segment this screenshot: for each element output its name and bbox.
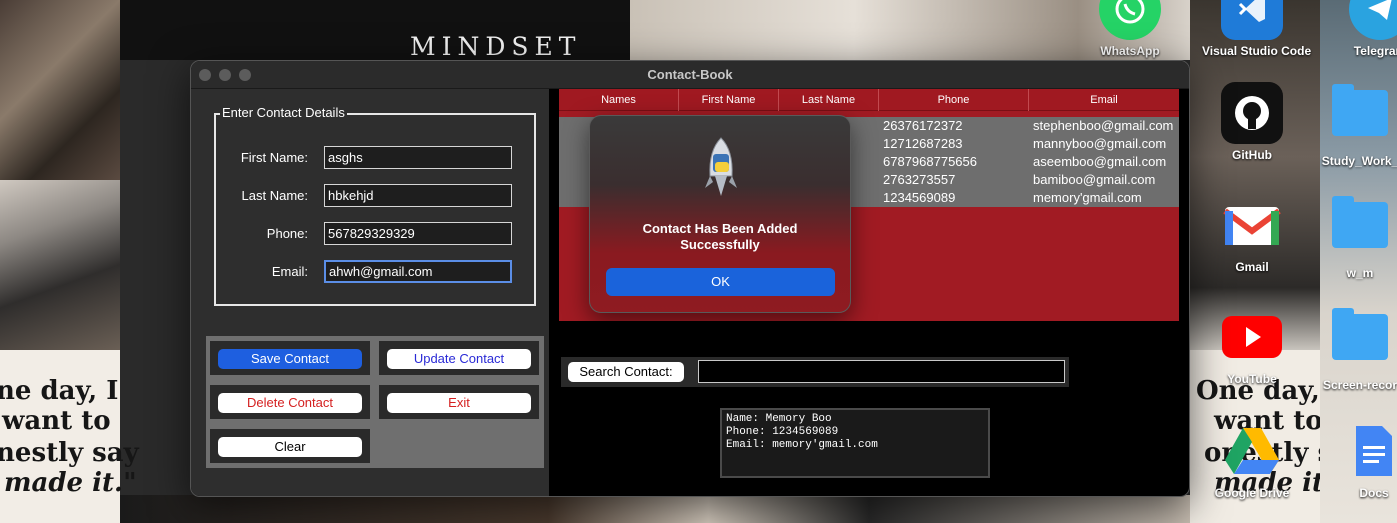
search-input[interactable] [698, 360, 1065, 383]
alert-message: Contact Has Been Added Successfully [642, 221, 798, 252]
github-icon [1221, 82, 1283, 144]
folder-icon [1332, 196, 1388, 248]
vscode-icon [1221, 0, 1283, 40]
phone-cell: 6787968775656 [883, 154, 977, 169]
wallpaper-photo [120, 495, 1190, 523]
search-contact-button[interactable]: Search Contact: [568, 362, 684, 382]
ok-button[interactable]: OK [606, 268, 835, 296]
wallpaper-quote-line: ne day, I [0, 376, 119, 406]
success-alert-dialog: Contact Has Been Added Successfully OK [589, 115, 851, 313]
button-cell: Save Contact [210, 341, 370, 375]
desktop-icon-label: YouTube [1227, 372, 1277, 386]
desktop-icon-label: w_m [1346, 266, 1374, 280]
folder-icon [1332, 308, 1388, 360]
column-header-email[interactable]: Email [1029, 89, 1179, 111]
result-name-line: Name: Memory Boo [726, 413, 832, 425]
desktop-icon-docs[interactable]: Docs [1324, 420, 1397, 500]
phone-input[interactable] [324, 222, 512, 245]
search-result-box: Name: Memory Boo Phone: 1234569089 Email… [720, 408, 990, 478]
desktop-icon-gmail[interactable]: Gmail [1202, 194, 1302, 274]
column-header-names[interactable]: Names [559, 89, 679, 111]
email-cell: mannyboo@gmail.com [1033, 136, 1167, 151]
phone-row: Phone: [216, 222, 534, 246]
button-cell: Update Contact [379, 341, 539, 375]
email-cell: stephenboo@gmail.com [1033, 118, 1174, 133]
whatsapp-icon [1099, 0, 1161, 40]
button-cell: Delete Contact [210, 385, 370, 419]
desktop-icon-label: Study_Work_ [1321, 154, 1397, 168]
desktop-icon-google-drive[interactable]: Google Drive [1202, 420, 1302, 500]
result-email-line: Email: memory'gmail.com [726, 439, 878, 451]
save-contact-button[interactable]: Save Contact [218, 349, 362, 369]
desktop-icon-label: Docs [1359, 486, 1389, 500]
exit-button[interactable]: Exit [387, 393, 531, 413]
email-cell: aseemboo@gmail.com [1033, 154, 1167, 169]
docs-icon [1343, 420, 1397, 482]
phone-cell: 26376172372 [883, 118, 963, 133]
desktop-icon-youtube[interactable]: YouTube [1202, 306, 1302, 386]
button-cell: Exit [379, 385, 539, 419]
desktop-icon-telegram[interactable]: Telegram [1330, 0, 1397, 58]
phone-cell: 12712687283 [883, 136, 963, 151]
desktop-icon-label: Google Drive [1214, 486, 1290, 500]
python-rocket-icon [705, 136, 737, 198]
contact-details-frame: Enter Contact Details First Name: Last N… [214, 105, 536, 306]
desktop-icon-github[interactable]: GitHub [1202, 82, 1302, 162]
youtube-icon [1221, 306, 1283, 368]
result-phone-line: Phone: 1234569089 [726, 426, 839, 438]
email-label: Email: [271, 264, 308, 279]
window-title: Contact-Book [647, 67, 733, 82]
phone-cell: 2763273557 [883, 172, 956, 187]
column-header-phone[interactable]: Phone [879, 89, 1029, 111]
last-name-input[interactable] [324, 184, 512, 207]
email-row: Email: [216, 260, 534, 284]
button-cell: Clear [210, 429, 370, 463]
phone-cell: 1234569089 [883, 190, 956, 205]
search-bar: Search Contact: [561, 357, 1069, 387]
wallpaper-quote-line: nestly say [0, 438, 139, 468]
wallpaper-quote-line: made it." [4, 468, 137, 498]
desktop-icon-whatsapp[interactable]: WhatsApp [1080, 0, 1180, 58]
delete-contact-button[interactable]: Delete Contact [218, 393, 362, 413]
telegram-icon [1349, 0, 1397, 40]
desktop-icon-screen-recordings-folder[interactable]: Screen-recor [1310, 306, 1397, 392]
wallpaper-photo [0, 0, 120, 180]
desktop-icon-label: Gmail [1235, 260, 1269, 274]
contact-details-legend: Enter Contact Details [220, 105, 347, 120]
first-name-label: First Name: [240, 150, 308, 165]
desktop-icon-label: Visual Studio Code [1202, 44, 1312, 58]
desktop-icon-vscode[interactable]: Visual Studio Code [1202, 0, 1312, 58]
wallpaper-photo [0, 180, 120, 350]
last-name-row: Last Name: [216, 184, 534, 208]
desktop-icon-label: Telegram [1353, 44, 1397, 58]
last-name-label: Last Name: [241, 188, 308, 203]
first-name-row: First Name: [216, 146, 534, 170]
wallpaper-quote-card: ne day, I want to nestly say made it." [0, 350, 139, 523]
email-cell: bamiboo@gmail.com [1033, 172, 1156, 187]
column-header-first-name[interactable]: First Name [679, 89, 779, 111]
gmail-icon [1221, 194, 1283, 256]
left-panel: Enter Contact Details First Name: Last N… [191, 89, 549, 496]
action-buttons-panel: Save Contact Update Contact Delete Conta… [206, 336, 544, 468]
desktop-icon-label: Screen-recor [1322, 378, 1397, 392]
google-drive-icon [1221, 420, 1283, 482]
desktop-icon-label: WhatsApp [1100, 44, 1160, 58]
wallpaper-mindset-text: MINDSET [410, 32, 582, 61]
window-titlebar[interactable]: Contact-Book [191, 61, 1189, 89]
update-contact-button[interactable]: Update Contact [387, 349, 531, 369]
first-name-input[interactable] [324, 146, 512, 169]
column-header-last-name[interactable]: Last Name [779, 89, 879, 111]
email-input[interactable] [324, 260, 512, 283]
table-header: Names First Name Last Name Phone Email [559, 89, 1179, 111]
desktop-icon-label: GitHub [1232, 148, 1272, 162]
folder-icon [1332, 84, 1388, 136]
clear-button[interactable]: Clear [218, 437, 362, 457]
wallpaper-quote-line: want to [2, 406, 111, 436]
desktop-icon-wm-folder[interactable]: w_m [1310, 194, 1397, 280]
email-cell: memory'gmail.com [1033, 190, 1142, 205]
phone-label: Phone: [266, 226, 308, 241]
desktop-icon-study-folder[interactable]: Study_Work_ [1310, 82, 1397, 168]
